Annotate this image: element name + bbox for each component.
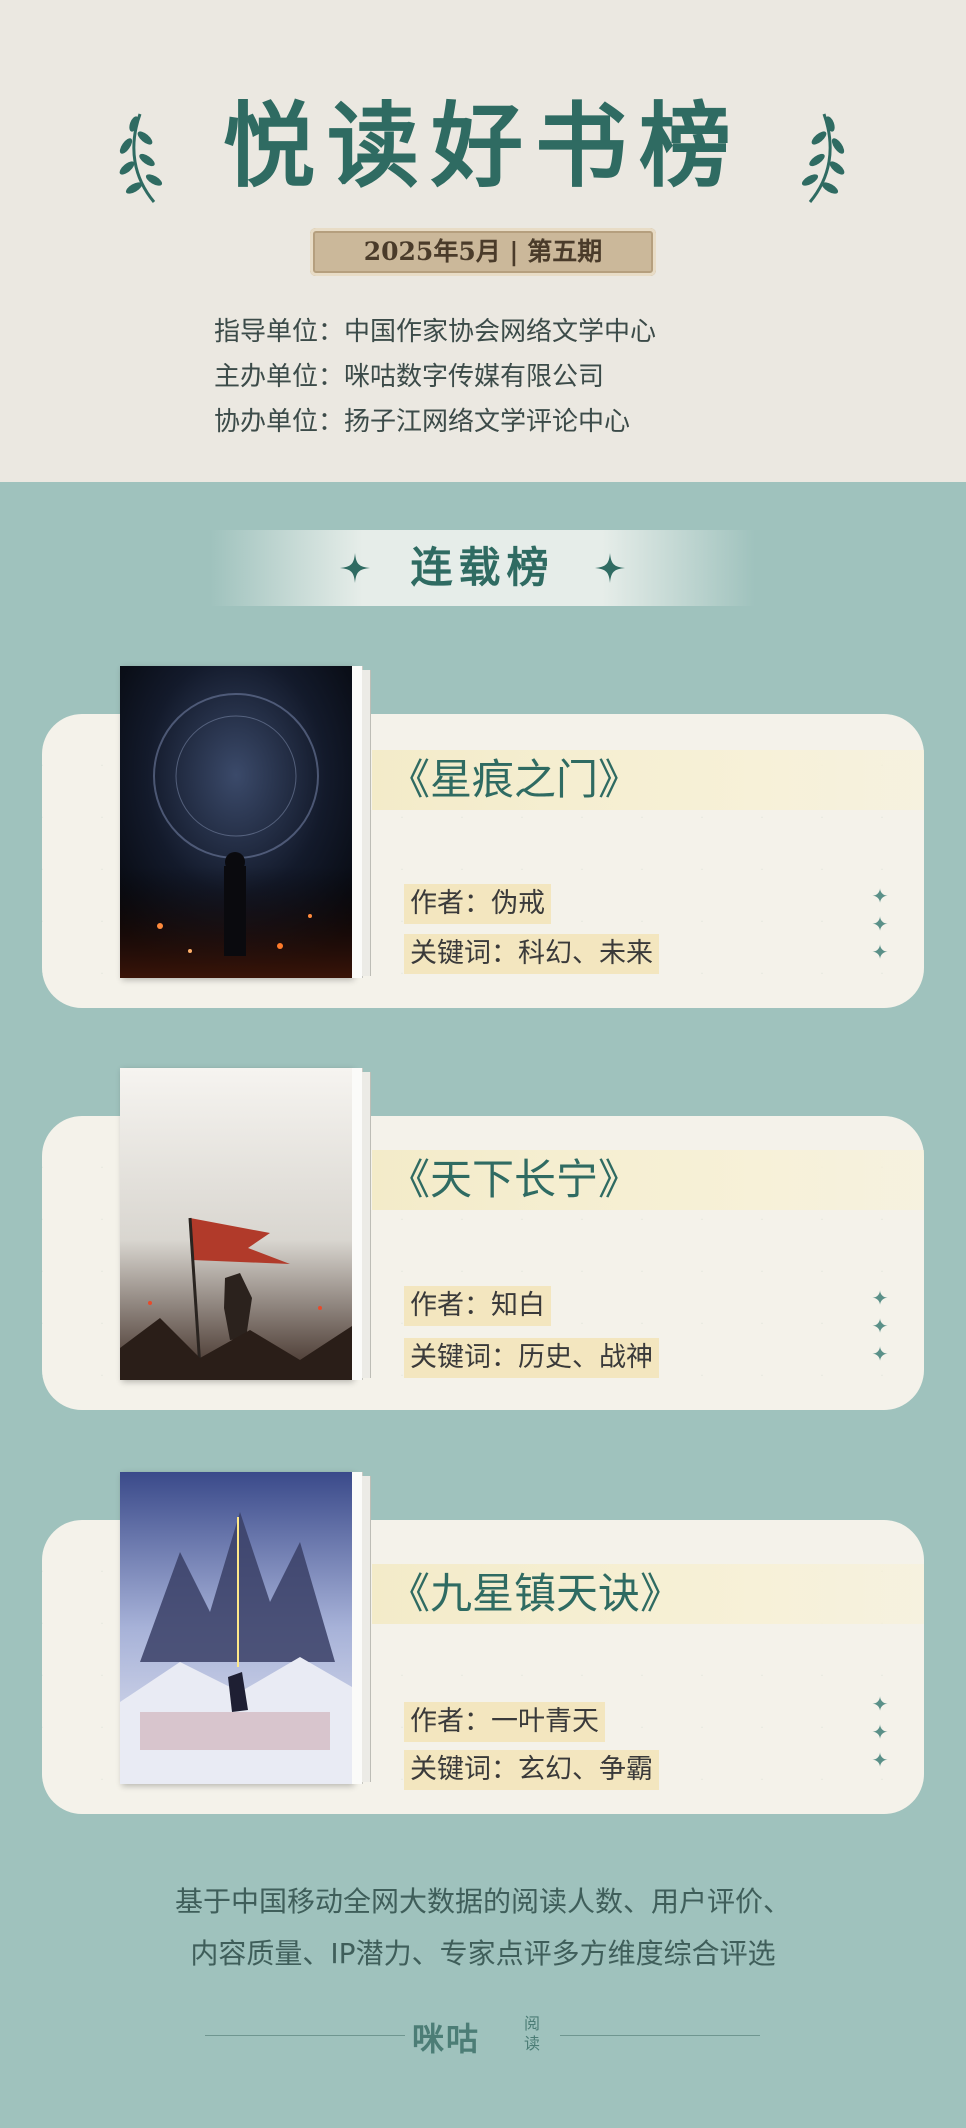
book-title-bar-2: 《天下长宁》 bbox=[372, 1150, 924, 1210]
guiding-unit: 指导单位：中国作家协会网络文学中心 bbox=[214, 317, 657, 347]
divider bbox=[205, 2035, 405, 2036]
book-author: 作者：伪戒 bbox=[404, 884, 551, 924]
section-title: 连载榜 bbox=[410, 543, 555, 592]
cover-image bbox=[120, 1472, 352, 1784]
sparkle-icon bbox=[595, 553, 625, 583]
issue-badge: 2025年5月 | 第五期 bbox=[310, 228, 656, 276]
cover-image bbox=[120, 1068, 352, 1380]
cover-image bbox=[120, 666, 352, 978]
laurel-right-icon bbox=[801, 113, 845, 203]
book-title-bar-3: 《九星镇天诀》 bbox=[372, 1564, 924, 1624]
selection-note: 基于中国移动全网大数据的阅读人数、用户评价、 内容质量、IP潜力、专家点评多方维… bbox=[0, 1876, 966, 1980]
book-cover-1[interactable] bbox=[120, 666, 372, 982]
selection-note-line: 基于中国移动全网大数据的阅读人数、用户评价、 bbox=[174, 1885, 791, 1918]
organizer-list: 指导单位：中国作家协会网络文学中心 主办单位：咪咕数字传媒有限公司 协办单位：扬… bbox=[214, 310, 656, 445]
decor-sparkles: ✦ ✦ ✦ bbox=[871, 1692, 889, 1772]
migu-logo-sub: 阅读 bbox=[524, 2014, 541, 2053]
book-cover-2[interactable] bbox=[120, 1068, 372, 1384]
book-title-bar-1: 《星痕之门》 bbox=[372, 750, 924, 810]
section-banner: 连载榜 bbox=[210, 530, 755, 606]
migu-logo: 咪咕 bbox=[412, 2020, 481, 2058]
footer-logo: 咪咕 阅读 bbox=[0, 2010, 966, 2060]
book-title[interactable]: 《天下长宁》 bbox=[388, 1150, 640, 1210]
issue-label: 2025年5月 | 第五期 bbox=[363, 237, 603, 266]
book-keywords: 关键词：玄幻、争霸 bbox=[404, 1750, 659, 1790]
book-title[interactable]: 《星痕之门》 bbox=[388, 750, 640, 810]
divider bbox=[560, 2035, 760, 2036]
decor-sparkles: ✦ ✦ ✦ bbox=[871, 1286, 889, 1366]
book-keywords: 关键词：科幻、未来 bbox=[404, 934, 659, 974]
decor-sparkles: ✦ ✦ ✦ bbox=[871, 884, 889, 964]
book-author: 作者：知白 bbox=[404, 1286, 551, 1326]
book-title[interactable]: 《九星镇天诀》 bbox=[388, 1564, 682, 1624]
header: 悦读好书榜 2025年5月 | 第五期 指导单位：中国作家协会网络文学中心 主办… bbox=[0, 0, 966, 482]
book-cover-3[interactable] bbox=[120, 1472, 372, 1788]
host-unit: 主办单位：咪咕数字传媒有限公司 bbox=[214, 362, 605, 392]
co-host-unit: 协办单位：扬子江网络文学评论中心 bbox=[214, 407, 631, 437]
book-author: 作者：一叶青天 bbox=[404, 1702, 605, 1742]
book-keywords: 关键词：历史、战神 bbox=[404, 1338, 659, 1378]
selection-note-line: 内容质量、IP潜力、专家点评多方维度综合评选 bbox=[190, 1937, 776, 1970]
